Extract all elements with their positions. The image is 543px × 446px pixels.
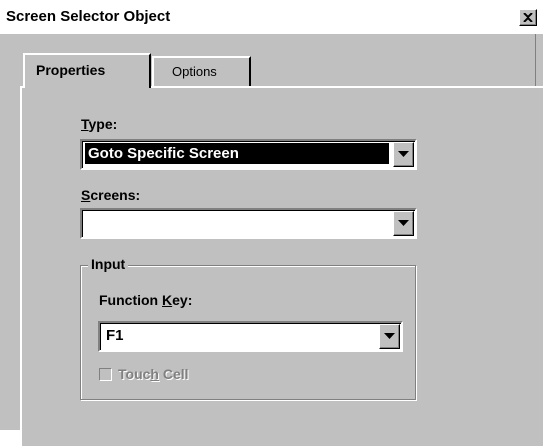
input-group-legend: Input bbox=[88, 256, 129, 272]
chevron-down-icon bbox=[384, 333, 395, 339]
type-dropdown[interactable]: Goto Specific Screen bbox=[80, 139, 417, 170]
type-dropdown-value: Goto Specific Screen bbox=[85, 143, 389, 164]
function-key-value: F1 bbox=[106, 327, 124, 344]
window-title: Screen Selector Object bbox=[6, 8, 171, 25]
title-bar[interactable]: Screen Selector Object bbox=[0, 0, 543, 34]
screens-dropdown[interactable] bbox=[80, 208, 417, 239]
type-dropdown-button[interactable] bbox=[393, 142, 414, 167]
tab-options-label: Options bbox=[172, 64, 217, 79]
touch-cell-label: Touch Cell bbox=[118, 366, 189, 382]
chevron-down-icon bbox=[398, 151, 409, 157]
touch-cell-checkbox[interactable] bbox=[99, 368, 112, 381]
function-key-label: Function Key: bbox=[99, 292, 193, 308]
type-label: Type: bbox=[81, 116, 118, 132]
screens-dropdown-button[interactable] bbox=[393, 211, 414, 236]
close-icon bbox=[523, 13, 533, 22]
chevron-down-icon bbox=[398, 220, 409, 226]
tab-options[interactable]: Options bbox=[152, 56, 251, 86]
dialog-window: Screen Selector Object Properties Option… bbox=[0, 0, 543, 446]
close-button[interactable] bbox=[519, 9, 537, 26]
tab-properties-label: Properties bbox=[36, 62, 106, 78]
function-key-dropdown-button[interactable] bbox=[379, 324, 400, 349]
tab-properties[interactable]: Properties bbox=[23, 53, 151, 88]
function-key-dropdown[interactable]: F1 bbox=[98, 321, 403, 352]
screens-label: Screens: bbox=[81, 187, 141, 203]
